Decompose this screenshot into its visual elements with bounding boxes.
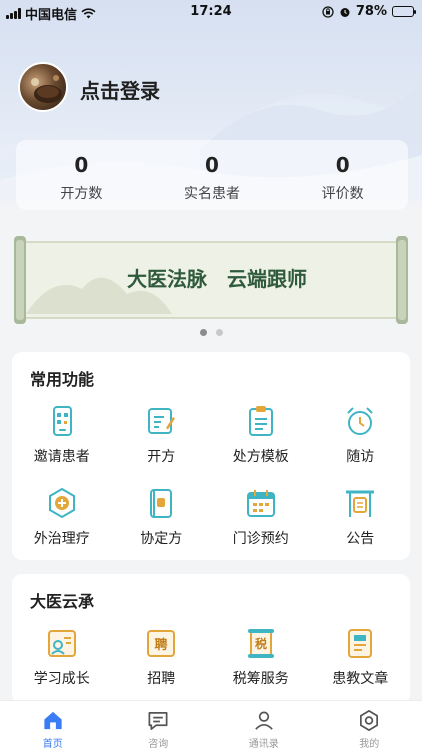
- function-label: 开方: [147, 449, 176, 465]
- patient-education-button[interactable]: 患教文章: [311, 622, 411, 690]
- tax-service-button[interactable]: 税 税筹服务: [211, 622, 311, 690]
- tab-label: 我的: [359, 739, 380, 750]
- stat-label: 实名患者: [184, 186, 240, 202]
- tab-contacts[interactable]: 通讯录: [211, 701, 317, 750]
- promo-banner[interactable]: 大医法脉 云端跟师: [12, 234, 410, 326]
- carousel-indicator: [0, 329, 422, 336]
- prescribe-pen-icon: [148, 408, 176, 434]
- section-title: 大医云承: [30, 592, 95, 611]
- stat-prescriptions[interactable]: 0 开方数: [16, 140, 147, 210]
- banner-slogan: 大医法脉 云端跟师: [127, 267, 307, 291]
- battery-icon: [392, 6, 416, 17]
- tab-consult[interactable]: 咨询: [106, 701, 212, 750]
- article-book-icon: [348, 629, 373, 658]
- agreement-book-icon: [150, 489, 173, 518]
- tab-label: 通讯录: [248, 739, 279, 750]
- carousel-dot[interactable]: [215, 329, 223, 336]
- recruit-icon: 聘: [147, 630, 176, 657]
- invite-patient-button[interactable]: 邀请患者: [12, 400, 112, 468]
- tax-scroll-icon: 税: [247, 629, 274, 658]
- function-label: 公告: [346, 531, 375, 547]
- agreement-formula-button[interactable]: 协定方: [112, 482, 212, 550]
- section-title: 常用功能: [30, 370, 95, 389]
- stat-value: 0: [205, 153, 219, 177]
- function-label: 协定方: [140, 531, 183, 547]
- function-label: 门诊预约: [232, 531, 289, 547]
- outpatient-appointment-button[interactable]: 门诊预约: [211, 482, 311, 550]
- announcement-gate-icon: [346, 490, 375, 517]
- stat-label: 评价数: [321, 186, 364, 202]
- function-label: 处方模板: [232, 449, 289, 465]
- prescription-template-button[interactable]: 处方模板: [211, 400, 311, 468]
- login-prompt[interactable]: 点击登录: [80, 75, 160, 104]
- tax-glyph: 税: [255, 636, 267, 651]
- prescribe-button[interactable]: 开方: [112, 400, 212, 468]
- recruit-glyph: 聘: [155, 637, 168, 653]
- function-label: 学习成长: [33, 671, 90, 687]
- stat-value: 0: [335, 153, 350, 177]
- orientation-lock-icon: [322, 5, 334, 18]
- tab-label: 首页: [42, 739, 63, 750]
- function-label: 随访: [346, 449, 375, 465]
- function-label: 税筹服务: [232, 671, 289, 687]
- cloud-inheritance-card: 大医云承 学习成长 聘 招聘 税 税筹服务 患教文章: [12, 574, 410, 704]
- avatar[interactable]: [18, 62, 68, 112]
- qr-phone-icon: [52, 406, 72, 436]
- follow-up-button[interactable]: 随访: [311, 400, 411, 468]
- function-label: 患教文章: [332, 671, 389, 687]
- stat-verified-patients[interactable]: 0 实名患者: [147, 140, 278, 210]
- plus-hexagon-icon: [48, 487, 75, 519]
- carousel-dot-active[interactable]: [199, 329, 207, 336]
- status-bar: 中国电信 17:24 78%: [0, 0, 422, 24]
- tab-label: 咨询: [148, 739, 169, 750]
- learning-icon: [47, 630, 76, 657]
- tab-home[interactable]: 首页: [0, 701, 106, 750]
- contacts-icon: [254, 711, 273, 730]
- profile-settings-icon: [360, 710, 379, 731]
- scroll-banner-image: 大医法脉 云端跟师: [14, 236, 408, 324]
- clipboard-template-icon: [248, 406, 273, 436]
- function-label: 邀请患者: [33, 449, 90, 465]
- function-label: 招聘: [147, 671, 176, 687]
- tab-mine[interactable]: 我的: [317, 701, 422, 750]
- battery-percent: 78%: [355, 4, 387, 19]
- bottom-tab-bar: 首页 咨询 通讯录 我的: [0, 700, 422, 750]
- common-functions-card: 常用功能 邀请患者 开方 处方模板 随访 外治理疗 协定方 门诊预约 公告: [12, 352, 410, 560]
- announcement-button[interactable]: 公告: [311, 482, 411, 550]
- learning-growth-button[interactable]: 学习成长: [12, 622, 112, 690]
- alarm-clock-icon: [347, 407, 373, 435]
- home-icon: [44, 711, 62, 730]
- stat-label: 开方数: [60, 186, 103, 202]
- consult-icon: [148, 711, 168, 730]
- external-therapy-button[interactable]: 外治理疗: [12, 482, 112, 550]
- alarm-icon: [340, 7, 350, 17]
- function-label: 外治理疗: [33, 531, 90, 547]
- stats-panel: 0 开方数 0 实名患者 0 评价数: [16, 140, 408, 210]
- recruitment-button[interactable]: 聘 招聘: [112, 622, 212, 690]
- calendar-icon: [246, 490, 275, 517]
- stat-reviews[interactable]: 0 评价数: [277, 140, 408, 210]
- stat-value: 0: [74, 153, 89, 177]
